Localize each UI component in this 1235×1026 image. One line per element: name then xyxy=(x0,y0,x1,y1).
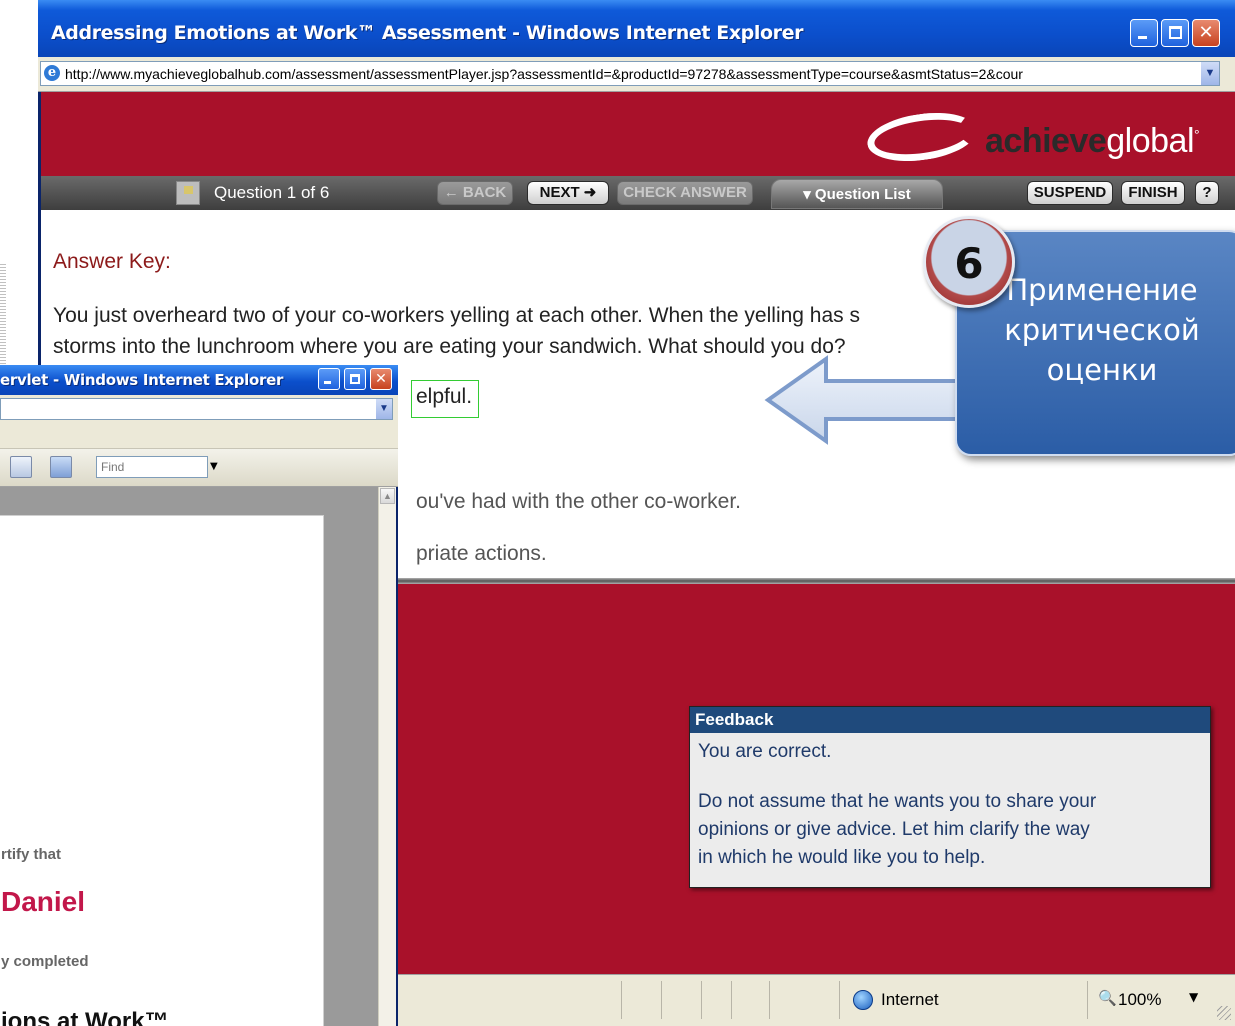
close-icon: ✕ xyxy=(375,371,387,387)
status-divider xyxy=(839,981,840,1019)
callout-number: 6 xyxy=(954,239,984,288)
cert-close-button[interactable]: ✕ xyxy=(370,368,392,390)
cert-vertical-scrollbar[interactable]: ▲ xyxy=(378,487,396,1026)
completed-text: y completed xyxy=(1,953,89,970)
zoom-icon[interactable]: 🔍 xyxy=(1098,989,1117,1007)
status-divider xyxy=(731,981,732,1019)
answer-option[interactable]: priate actions. xyxy=(416,542,547,566)
feedback-result: You are correct. xyxy=(698,741,832,762)
desktop-texture xyxy=(0,262,6,364)
help-button[interactable]: ? xyxy=(1195,181,1219,205)
maximize-icon xyxy=(350,374,360,384)
close-button[interactable]: ✕ xyxy=(1192,19,1220,47)
cert-menu-bar xyxy=(0,421,398,449)
status-divider xyxy=(621,981,622,1019)
zoom-level[interactable]: 100% xyxy=(1118,990,1161,1010)
maximize-icon xyxy=(1169,26,1182,39)
feedback-explanation-line: opinions or give advice. Let him clarify… xyxy=(698,819,1090,840)
zoom-dropdown-icon[interactable]: ▼ xyxy=(1189,990,1198,1004)
find-input[interactable]: Find xyxy=(96,456,208,478)
assessment-toolbar: Question 1 of 6 ← BACK NEXT ➜ CHECK ANSW… xyxy=(41,176,1235,210)
security-zone: Internet xyxy=(881,990,939,1009)
pdf-viewport: rtify that Daniel y completed ions at Wo… xyxy=(0,487,378,1026)
finish-button[interactable]: FINISH xyxy=(1121,181,1185,205)
suspend-button[interactable]: SUSPEND xyxy=(1027,181,1113,205)
achieveglobal-logo-icon xyxy=(864,106,980,168)
course-title: ions at Work™ xyxy=(1,1008,169,1026)
achieveglobal-logo: achieveglobal° xyxy=(985,122,1200,160)
pdf-toolbar: Find ▼ xyxy=(0,449,398,487)
status-divider xyxy=(1087,981,1088,1019)
answer-key-heading: Answer Key: xyxy=(53,250,171,273)
brand-header: achieveglobal° xyxy=(41,92,1235,176)
resize-grip-icon[interactable] xyxy=(1217,1006,1231,1020)
status-divider xyxy=(769,981,770,1019)
window-title: Addressing Emotions at Work™ Assessment … xyxy=(51,22,804,44)
callout-line: критической xyxy=(1004,313,1200,347)
certify-text: rtify that xyxy=(1,846,61,863)
feedback-explanation-line: Do not assume that he wants you to share… xyxy=(698,791,1097,812)
address-dropdown-icon[interactable]: ▼ xyxy=(1201,62,1219,85)
feedback-body: You are correct. Do not assume that he w… xyxy=(690,733,1210,877)
cert-address-bar: ▼ xyxy=(0,395,398,421)
question-list-tab[interactable]: ▾ Question List xyxy=(771,179,943,209)
flag-question-icon[interactable] xyxy=(176,181,200,205)
address-bar: e http://www.myachieveglobalhub.com/asse… xyxy=(38,57,1235,92)
back-button[interactable]: ← BACK xyxy=(437,181,513,205)
feedback-title: Feedback xyxy=(690,707,1210,733)
answer-option-selected[interactable]: elpful. xyxy=(416,385,472,409)
address-url[interactable]: http://www.myachieveglobalhub.com/assess… xyxy=(65,66,1195,82)
find-dropdown-icon[interactable]: ▼ xyxy=(210,461,218,472)
fit-page-icon[interactable] xyxy=(50,456,72,478)
ie-page-icon: e xyxy=(44,65,60,81)
desktop-background xyxy=(0,0,38,365)
window-title-bar[interactable]: Addressing Emotions at Work™ Assessment … xyxy=(38,0,1235,57)
certificate-browser-window: ervlet - Windows Internet Explorer ✕ ▼ F… xyxy=(0,365,398,1026)
answer-option[interactable]: ou've had with the other co-worker. xyxy=(416,490,741,514)
minimize-icon xyxy=(1138,36,1147,39)
screen: Addressing Emotions at Work™ Assessment … xyxy=(0,0,1235,1026)
callout-arrow-icon xyxy=(764,355,964,445)
callout-number-badge: 6 xyxy=(923,216,1015,308)
close-icon: ✕ xyxy=(1198,22,1214,43)
fit-width-icon[interactable] xyxy=(10,456,32,478)
feedback-explanation-line: in which he would like you to help. xyxy=(698,847,986,868)
maximize-button[interactable] xyxy=(1161,19,1189,47)
cert-window-title-bar[interactable]: ervlet - Windows Internet Explorer ✕ xyxy=(0,365,398,395)
cert-address-dropdown-icon[interactable]: ▼ xyxy=(376,399,392,419)
question-counter: Question 1 of 6 xyxy=(214,183,330,202)
cert-address-field[interactable]: ▼ xyxy=(0,398,393,420)
scroll-up-icon[interactable]: ▲ xyxy=(380,488,395,504)
cert-maximize-button[interactable] xyxy=(344,368,366,390)
cert-window-title: ervlet - Windows Internet Explorer xyxy=(0,371,284,389)
feedback-box: Feedback You are correct. Do not assume … xyxy=(689,706,1211,888)
minimize-button[interactable] xyxy=(1130,19,1158,47)
find-placeholder: Find xyxy=(101,460,125,474)
status-divider xyxy=(661,981,662,1019)
internet-zone-icon xyxy=(853,990,873,1010)
certificate-page: rtify that Daniel y completed ions at Wo… xyxy=(0,515,324,1026)
minimize-icon xyxy=(324,381,331,384)
address-field[interactable]: e http://www.myachieveglobalhub.com/asse… xyxy=(40,61,1220,86)
cert-minimize-button[interactable] xyxy=(318,368,340,390)
recipient-name: Daniel xyxy=(1,886,86,917)
status-divider xyxy=(701,981,702,1019)
next-button[interactable]: NEXT ➜ xyxy=(527,181,609,205)
check-answer-button[interactable]: CHECK ANSWER xyxy=(617,181,753,205)
callout-line: оценки xyxy=(1046,353,1158,387)
